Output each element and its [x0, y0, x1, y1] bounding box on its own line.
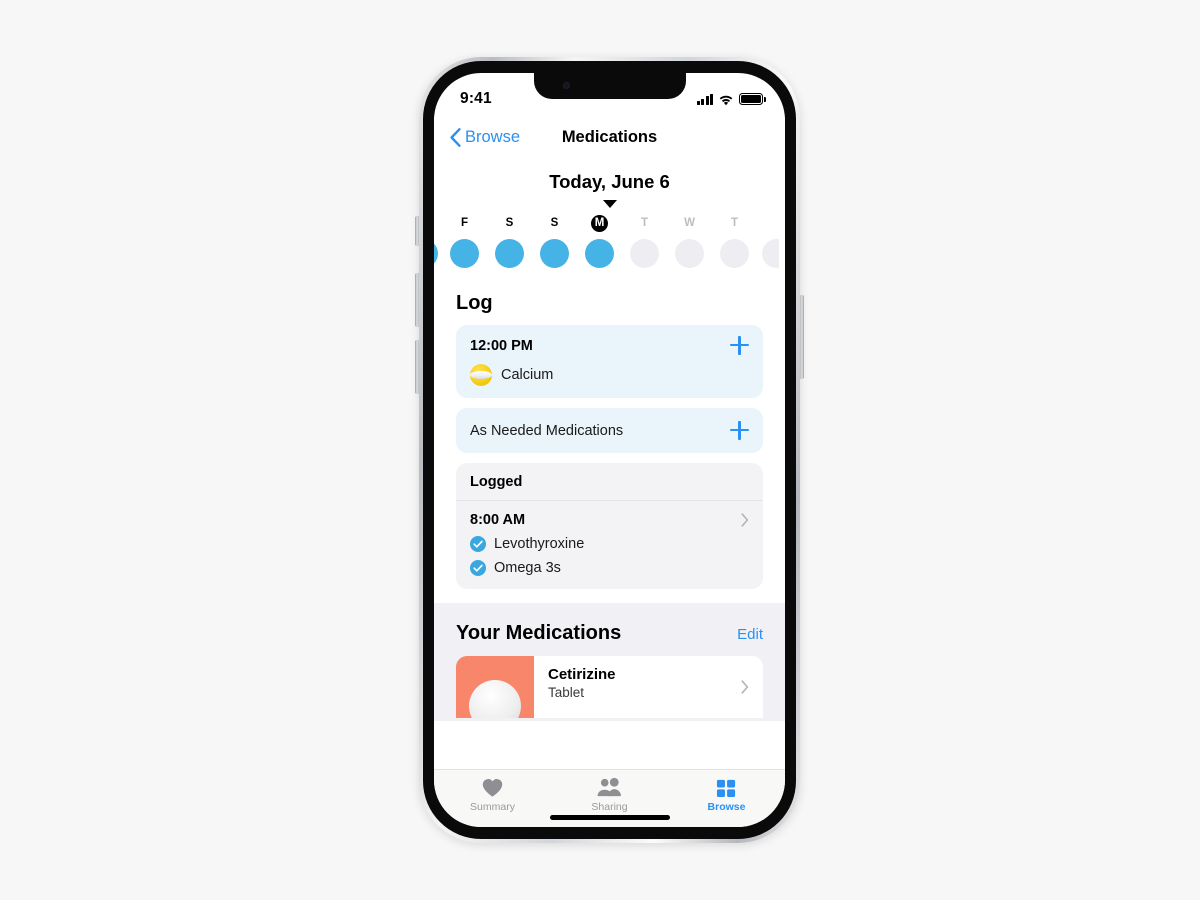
caret-down-icon	[602, 200, 617, 208]
heart-icon	[481, 776, 504, 799]
logged-header: Logged	[456, 463, 763, 501]
plus-icon[interactable]	[730, 421, 749, 440]
content-scroll-area[interactable]: Today, June 6 F S S M T W T Log 12:00 PM…	[434, 157, 785, 769]
battery-full-icon	[739, 93, 766, 105]
home-indicator[interactable]	[549, 815, 670, 820]
week-day-dot	[585, 239, 614, 268]
week-day-letter: T	[640, 217, 649, 229]
week-day-wednesday[interactable]: W	[667, 215, 712, 268]
log-scheduled-card[interactable]: 12:00 PM Calcium	[456, 325, 763, 398]
medication-row-cetirizine[interactable]: Cetirizine Tablet	[456, 656, 763, 718]
status-bar-time: 9:41	[460, 90, 492, 107]
plus-icon[interactable]	[730, 336, 749, 355]
week-day-letter: F	[460, 217, 469, 229]
status-bar-indicators	[696, 93, 766, 106]
logged-item: Levothyroxine	[470, 536, 749, 552]
pill-round-icon	[469, 680, 521, 718]
as-needed-medications-card[interactable]: As Needed Medications	[456, 408, 763, 453]
week-strip: F S S M T W T	[434, 200, 785, 280]
screenshot-stage: 9:41 Browse Medications Today, June 6 F …	[0, 0, 1200, 900]
week-day-partial-right[interactable]	[757, 215, 779, 268]
week-day-dot	[675, 239, 704, 268]
check-circle-icon	[470, 560, 486, 576]
week-day-partial-left[interactable]	[434, 215, 442, 268]
week-day-thursday[interactable]: T	[712, 215, 757, 268]
as-needed-label: As Needed Medications	[470, 422, 624, 439]
week-day-monday-selected[interactable]: M	[577, 215, 622, 268]
medication-name: Cetirizine	[548, 666, 616, 683]
week-day-letter: T	[730, 217, 739, 229]
back-button-browse[interactable]: Browse	[450, 128, 520, 147]
week-day-letter: S	[505, 217, 514, 229]
log-scheduled-time: 12:00 PM	[470, 337, 533, 354]
your-medications-title: Your Medications	[456, 622, 622, 644]
your-medications-header: Your Medications Edit	[434, 622, 785, 656]
logged-time: 8:00 AM	[470, 512, 526, 528]
tab-summary[interactable]: Summary	[434, 770, 551, 813]
tab-browse[interactable]: Browse	[668, 770, 785, 813]
tab-sharing[interactable]: Sharing	[551, 770, 668, 813]
week-day-dot	[434, 239, 438, 268]
tab-label: Sharing	[591, 801, 628, 813]
chevron-right-icon[interactable]	[741, 513, 749, 527]
tab-label: Summary	[470, 801, 515, 813]
back-button-label: Browse	[465, 127, 521, 146]
medication-name: Omega 3s	[494, 560, 561, 576]
medication-name: Levothyroxine	[494, 536, 585, 552]
as-needed-row: As Needed Medications	[470, 421, 749, 440]
week-day-sunday[interactable]: S	[532, 215, 577, 268]
check-circle-icon	[470, 536, 486, 552]
edit-button[interactable]: Edit	[737, 626, 763, 643]
week-day-dot	[540, 239, 569, 268]
grid-squares-icon	[716, 776, 737, 799]
notch	[533, 73, 686, 99]
pill-tablet-icon	[470, 364, 492, 386]
tab-label: Browse	[707, 801, 746, 813]
week-day-dot	[450, 239, 479, 268]
date-header[interactable]: Today, June 6	[434, 157, 785, 201]
medication-form: Tablet	[548, 685, 585, 700]
phone-screen: 9:41 Browse Medications Today, June 6 F …	[434, 73, 785, 827]
week-day-tuesday[interactable]: T	[622, 215, 667, 268]
week-day-letter: M	[591, 215, 608, 232]
logged-time-row[interactable]: 8:00 AM	[470, 512, 749, 528]
two-people-icon	[596, 776, 623, 799]
week-day-letter: W	[684, 217, 695, 229]
week-day-saturday[interactable]: S	[487, 215, 532, 268]
week-day-dot	[630, 239, 659, 268]
iphone-device-frame: 9:41 Browse Medications Today, June 6 F …	[419, 57, 800, 843]
navigation-bar: Browse Medications	[434, 117, 785, 157]
logged-item: Omega 3s	[470, 560, 749, 576]
cellular-bars-icon	[696, 93, 713, 105]
week-day-dot	[495, 239, 524, 268]
week-day-row: F S S M T W T	[434, 201, 785, 268]
week-day-friday[interactable]: F	[442, 215, 487, 268]
medication-name: Calcium	[501, 367, 554, 383]
log-scheduled-header: 12:00 PM	[470, 336, 749, 355]
chevron-left-icon	[450, 127, 461, 147]
week-day-dot	[720, 239, 749, 268]
wifi-icon	[718, 93, 734, 106]
your-medications-section: Your Medications Edit Cetirizine Tablet	[434, 603, 785, 721]
front-camera-icon	[562, 82, 570, 89]
logged-card: Logged 8:00 AM Levothyroxine Omega 3s	[456, 463, 763, 589]
chevron-right-icon[interactable]	[737, 656, 763, 718]
medication-details: Cetirizine Tablet	[534, 656, 737, 718]
week-day-letter: S	[550, 217, 559, 229]
device-bezel: 9:41 Browse Medications Today, June 6 F …	[423, 61, 796, 839]
week-day-dot	[761, 239, 779, 268]
logged-body[interactable]: 8:00 AM Levothyroxine Omega 3s	[456, 501, 763, 589]
log-section-title: Log	[456, 292, 493, 314]
medication-thumbnail	[456, 656, 534, 718]
log-scheduled-medication[interactable]: Calcium	[470, 364, 749, 386]
